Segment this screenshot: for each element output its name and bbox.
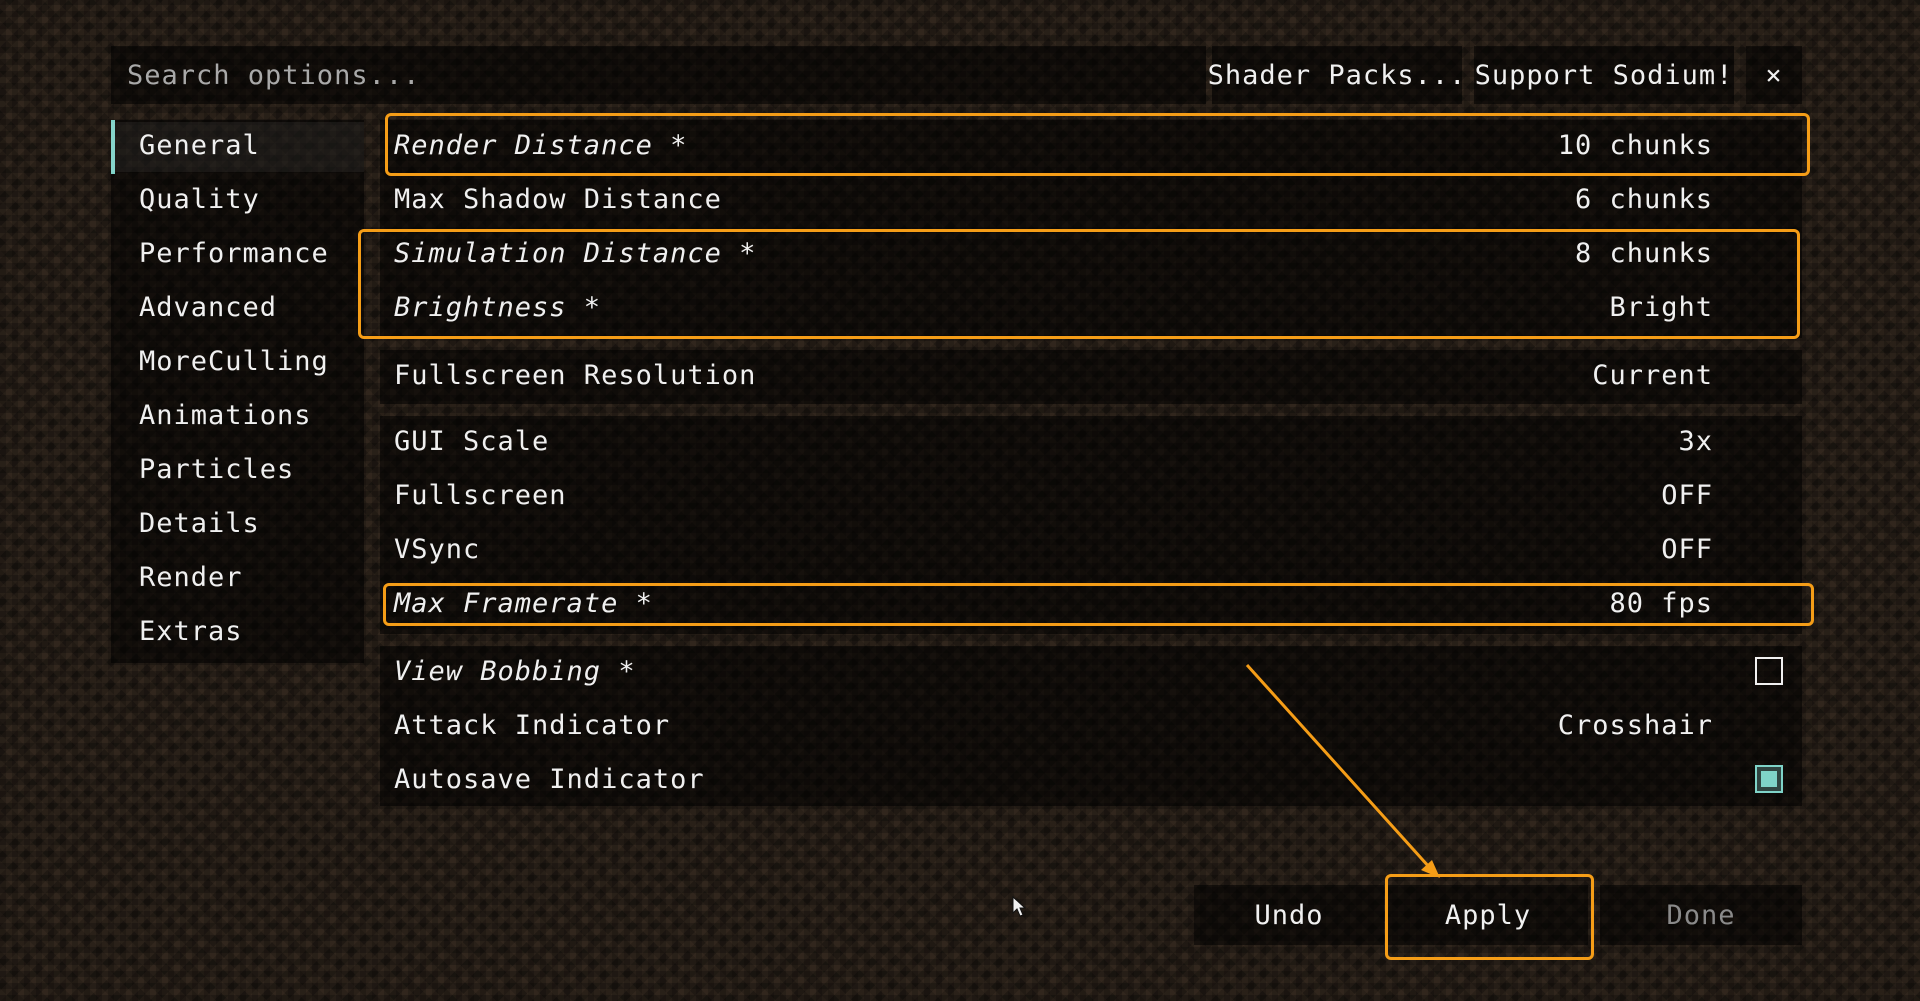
autosave-indicator-checkbox[interactable]	[1755, 765, 1783, 793]
search-placeholder: Search options...	[127, 59, 421, 91]
sidebar-item-particles[interactable]: Particles	[139, 454, 294, 485]
sidebar-item-general-label: General	[139, 130, 260, 161]
sidebar-item-extras[interactable]: Extras	[139, 616, 243, 647]
highlight-max-framerate	[383, 583, 1814, 626]
close-icon: ×	[1765, 59, 1783, 91]
highlight-simulation-brightness	[358, 229, 1800, 339]
vsync-label: VSync	[394, 534, 481, 565]
shader-packs-button[interactable]: Shader Packs...	[1208, 46, 1465, 104]
sidebar-item-render[interactable]: Render	[139, 562, 243, 593]
fullscreen-label: Fullscreen	[394, 480, 567, 511]
done-button: Done	[1600, 885, 1802, 945]
gui-scale-label: GUI Scale	[394, 426, 550, 457]
vsync-value: OFF	[1661, 534, 1713, 565]
done-label: Done	[1666, 899, 1736, 931]
max-shadow-distance-label: Max Shadow Distance	[394, 184, 722, 215]
mouse-cursor-icon	[1012, 896, 1026, 917]
view-bobbing-checkbox[interactable]	[1755, 657, 1783, 685]
fullscreen-resolution-value: Current	[1592, 360, 1713, 391]
attack-indicator-label: Attack Indicator	[394, 710, 671, 741]
sidebar-item-performance[interactable]: Performance	[139, 238, 329, 269]
support-sodium-button[interactable]: Support Sodium!	[1474, 46, 1734, 104]
highlight-render-distance	[385, 113, 1810, 176]
close-button[interactable]: ×	[1746, 46, 1802, 104]
undo-label: Undo	[1254, 899, 1324, 931]
search-input[interactable]: Search options...	[111, 46, 1206, 104]
sidebar-item-details[interactable]: Details	[139, 508, 260, 539]
sidebar-item-animations[interactable]: Animations	[139, 400, 312, 431]
gui-scale-value: 3x	[1678, 426, 1713, 457]
fullscreen-value: OFF	[1661, 480, 1713, 511]
shader-packs-label: Shader Packs...	[1207, 59, 1467, 91]
attack-indicator-value: Crosshair	[1557, 710, 1713, 741]
autosave-indicator-label: Autosave Indicator	[394, 764, 705, 795]
sidebar-item-moreculling[interactable]: MoreCulling	[139, 346, 329, 377]
highlight-apply-button	[1385, 874, 1594, 960]
sidebar-item-advanced[interactable]: Advanced	[139, 292, 277, 323]
support-sodium-label: Support Sodium!	[1474, 59, 1734, 91]
view-bobbing-label: View Bobbing *	[394, 656, 636, 687]
max-shadow-distance-value: 6 chunks	[1574, 184, 1713, 215]
sidebar-item-quality[interactable]: Quality	[139, 184, 260, 215]
fullscreen-resolution-label: Fullscreen Resolution	[394, 360, 757, 391]
undo-button[interactable]: Undo	[1194, 885, 1384, 945]
